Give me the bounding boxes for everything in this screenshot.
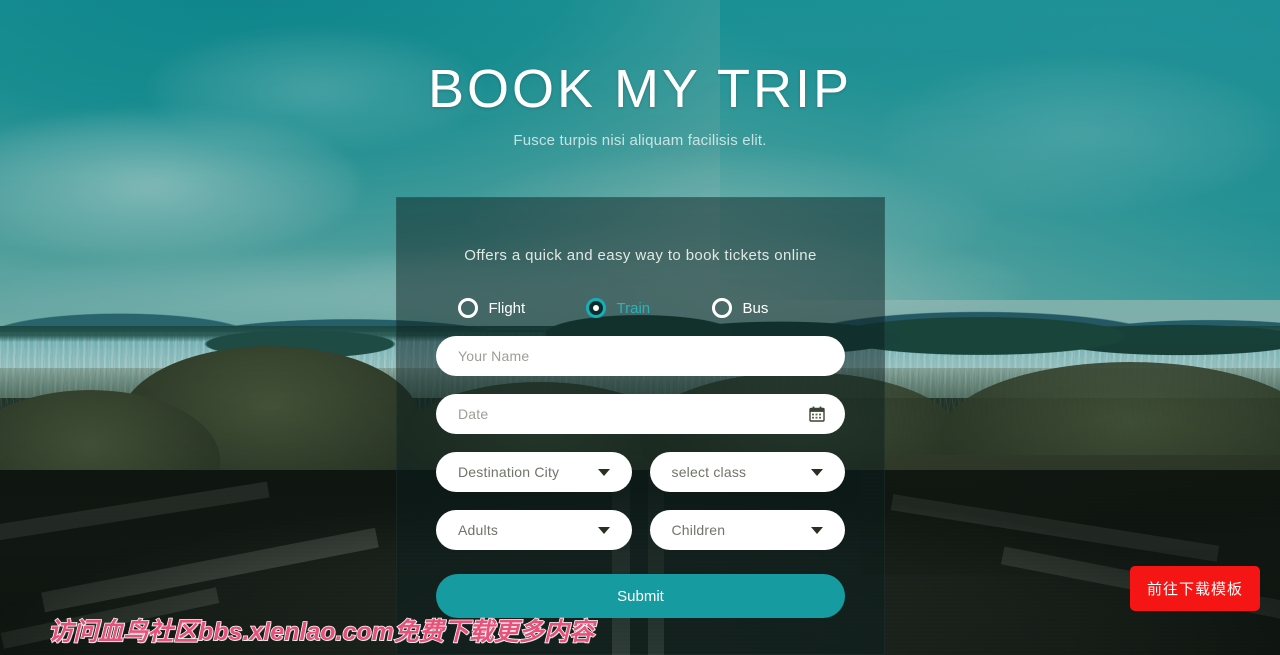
download-template-button[interactable]: 前往下载模板 [1129, 566, 1260, 611]
adults-select[interactable]: Adults [436, 510, 632, 550]
chevron-down-icon[interactable] [597, 469, 610, 476]
calendar-icon[interactable] [809, 406, 825, 422]
transport-type-radio-group: Flight Train Bus [436, 298, 845, 318]
name-field-row: Your Name [436, 336, 845, 376]
card-tagline: Offers a quick and easy way to book tick… [464, 247, 817, 264]
radio-option-train[interactable]: Train [585, 298, 712, 318]
children-value: Children [671, 522, 726, 538]
page-header: BOOK MY TRIP Fusce turpis nisi aliquam f… [0, 0, 1280, 149]
destination-city-select[interactable]: Destination City [436, 452, 632, 492]
select-class-value: select class [671, 464, 747, 480]
select-class-select[interactable]: select class [649, 452, 845, 492]
date-input[interactable]: Date [436, 394, 845, 434]
radio-circle-icon[interactable] [711, 298, 732, 318]
date-placeholder: Date [458, 406, 489, 422]
radio-option-flight[interactable]: Flight [457, 298, 584, 318]
chevron-down-icon[interactable] [811, 527, 823, 534]
name-placeholder: Your Name [458, 348, 530, 364]
chevron-down-icon[interactable] [811, 469, 823, 476]
radio-label-train: Train [616, 299, 651, 317]
passengers-row: Adults Children [436, 510, 845, 550]
name-input[interactable]: Your Name [436, 336, 845, 376]
radio-circle-icon[interactable] [457, 298, 478, 318]
watermark-text: 访问血鸟社区bbs.xlenlao.com免费下载更多内容 [47, 617, 594, 647]
page-subtitle: Fusce turpis nisi aliquam facilisis elit… [513, 132, 767, 149]
date-field-row: Date [436, 394, 845, 434]
page-title: BOOK MY TRIP [427, 59, 853, 119]
chevron-down-icon[interactable] [597, 527, 610, 534]
destination-city-value: Destination City [458, 464, 560, 480]
radio-circle-selected-icon[interactable] [585, 298, 606, 318]
booking-form-card: Offers a quick and easy way to book tick… [396, 197, 885, 655]
radio-option-bus[interactable]: Bus [711, 298, 838, 318]
radio-label-bus: Bus [742, 299, 769, 317]
adults-value: Adults [458, 522, 499, 538]
radio-label-flight: Flight [488, 299, 526, 317]
destination-class-row: Destination City select class [436, 452, 845, 492]
children-select[interactable]: Children [649, 510, 845, 550]
